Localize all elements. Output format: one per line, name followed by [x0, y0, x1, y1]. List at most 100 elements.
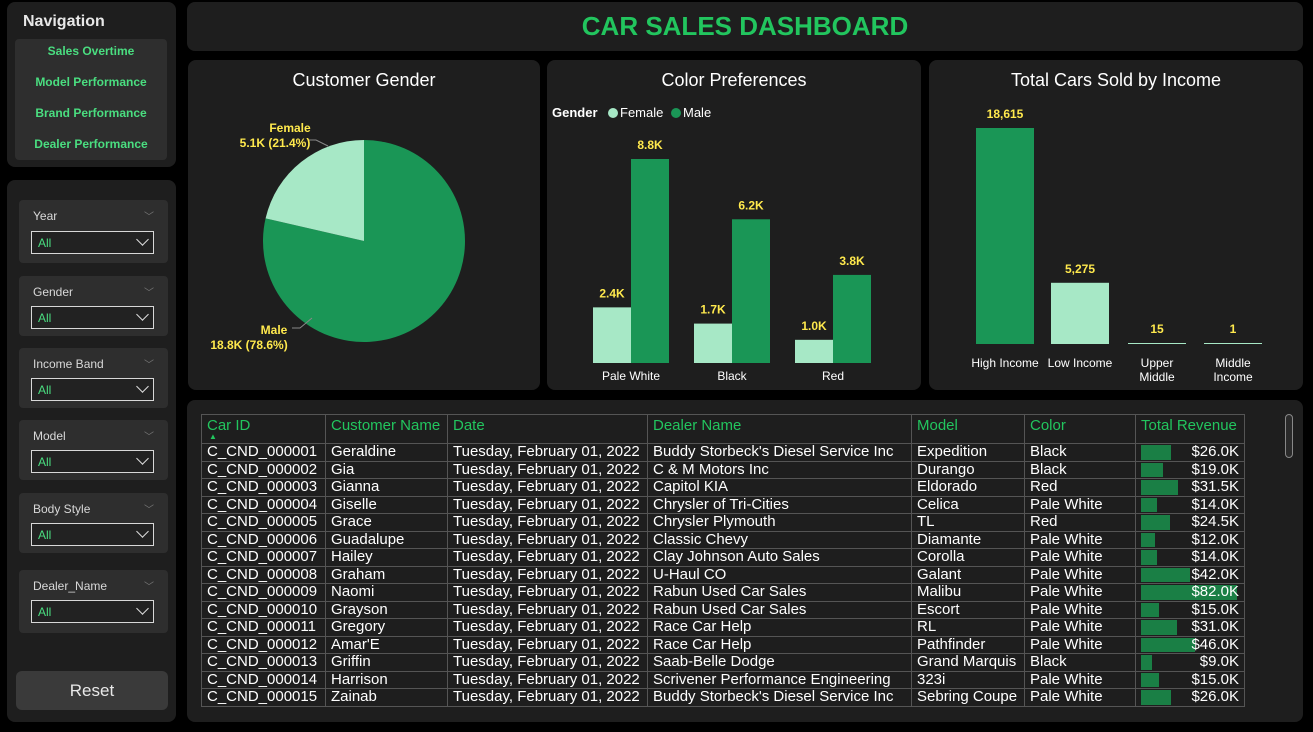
revenue-value: $26.0K [1191, 688, 1239, 706]
year-dropdown[interactable]: All [31, 231, 154, 254]
column-header-dealer-name[interactable]: Dealer Name [647, 414, 912, 444]
revenue-value: $15.0K [1191, 600, 1239, 618]
bar-female-pale-white[interactable] [593, 307, 631, 363]
table-cell: Grace [325, 513, 448, 532]
table-row[interactable]: C_CND_000002 Gia Tuesday, February 01, 202… [201, 460, 1245, 479]
table-cell: Zainab [325, 688, 448, 707]
table-cell: Scrivener Performance Engineering [647, 670, 912, 689]
table-row[interactable]: C_CND_000003 Gianna Tuesday, February 01, … [201, 478, 1245, 497]
column-header-model[interactable]: Model [911, 414, 1025, 444]
dashboard-title: CAR SALES DASHBOARD [187, 2, 1303, 51]
table-cell: Pale White [1024, 530, 1136, 549]
table-row[interactable]: C_CND_000006 Guadalupe Tuesday, February 0… [201, 530, 1245, 549]
chevron-down-icon[interactable]: ﹀ [144, 428, 154, 443]
table-row[interactable]: C_CND_000005 Grace Tuesday, February 01, 2… [201, 513, 1245, 532]
bar-upper-middle[interactable] [1128, 343, 1186, 344]
table-row[interactable]: C_CND_000013 Griffin Tuesday, February 01,… [201, 653, 1245, 672]
column-header-total-revenue[interactable]: Total Revenue [1135, 414, 1245, 444]
table-row[interactable]: C_CND_000009 Naomi Tuesday, February 01, 2… [201, 583, 1245, 602]
table-cell: Rabun Used Car Sales [647, 600, 912, 619]
nav-model-performance[interactable]: Model Performance [15, 75, 167, 89]
dealer-name-dropdown[interactable]: All [31, 600, 154, 623]
legend-male[interactable]: Male [683, 105, 711, 120]
table-row[interactable]: C_CND_000004 Giselle Tuesday, February 01,… [201, 495, 1245, 514]
table-cell: Gianna [325, 478, 448, 497]
revenue-value: $24.5K [1191, 513, 1239, 531]
scrollbar-track[interactable] [1285, 414, 1293, 712]
column-header-car-id[interactable]: Car ID ▲ [201, 414, 326, 444]
chevron-down-icon[interactable]: ﹀ [144, 578, 154, 593]
nav-sales-overtime[interactable]: Sales Overtime [15, 44, 167, 58]
table-cell: C_CND_000007 [201, 548, 326, 567]
table-cell: Tuesday, February 01, 2022 [447, 478, 648, 497]
revenue-bar [1141, 532, 1156, 547]
table-cell: Black [1024, 653, 1136, 672]
table-cell: Diamante [911, 530, 1025, 549]
table-row[interactable]: C_CND_000011 Gregory Tuesday, February 01,… [201, 618, 1245, 637]
navigation-title: Navigation [23, 13, 105, 30]
chevron-down-icon[interactable]: ﹀ [144, 356, 154, 371]
table-cell: C & M Motors Inc [647, 460, 912, 479]
table-cell: Tuesday, February 01, 2022 [447, 618, 648, 637]
table-cell: Pale White [1024, 495, 1136, 514]
x-tick-label: Upper Middle [1139, 356, 1175, 384]
data-label: 1 [1230, 322, 1237, 336]
chevron-down-icon [136, 602, 149, 615]
revenue-cell: $24.5K [1135, 513, 1245, 532]
scrollbar-thumb[interactable] [1285, 414, 1293, 458]
table-cell: TL [911, 513, 1025, 532]
income-band-dropdown[interactable]: All [31, 378, 154, 401]
chevron-down-icon[interactable]: ﹀ [144, 501, 154, 516]
table-cell: Tuesday, February 01, 2022 [447, 443, 648, 462]
gender-dropdown[interactable]: All [31, 306, 154, 329]
bar-female-red[interactable] [795, 339, 833, 363]
table-cell: Guadalupe [325, 530, 448, 549]
bar-male-pale-white[interactable] [631, 159, 669, 363]
table-cell: C_CND_000004 [201, 495, 326, 514]
revenue-cell: $15.0K [1135, 600, 1245, 619]
bar-male-red[interactable] [833, 274, 871, 363]
legend-female[interactable]: Female [620, 105, 663, 120]
column-header-customer-name[interactable]: Customer Name [325, 414, 448, 444]
legend-title: Gender [552, 105, 598, 120]
body-style-dropdown[interactable]: All [31, 523, 154, 546]
bar-male-black[interactable] [732, 219, 770, 363]
chevron-down-icon[interactable]: ﹀ [144, 284, 154, 299]
revenue-cell: $14.0K [1135, 495, 1245, 514]
revenue-cell: $31.5K [1135, 478, 1245, 497]
table-row[interactable]: C_CND_000001 Geraldine Tuesday, February 0… [201, 443, 1245, 462]
table-cell: Red [1024, 513, 1136, 532]
table-row[interactable]: C_CND_000012 Amar'E Tuesday, February 01, … [201, 635, 1245, 654]
chevron-down-icon[interactable]: ﹀ [144, 208, 154, 223]
nav-brand-performance[interactable]: Brand Performance [15, 106, 167, 120]
column-header-color[interactable]: Color [1024, 414, 1136, 444]
table-cell: Expedition [911, 443, 1025, 462]
revenue-cell: $14.0K [1135, 548, 1245, 567]
table-cell: Griffin [325, 653, 448, 672]
table-row[interactable]: C_CND_000015 Zainab Tuesday, February 01, … [201, 688, 1245, 707]
table-cell: Pale White [1024, 688, 1136, 707]
table-cell: Pale White [1024, 565, 1136, 584]
bar-high-income[interactable] [976, 128, 1034, 344]
nav-dealer-performance[interactable]: Dealer Performance [15, 137, 167, 151]
table-cell: Eldorado [911, 478, 1025, 497]
table-cell: Amar'E [325, 635, 448, 654]
revenue-bar [1141, 550, 1158, 565]
table-row[interactable]: C_CND_000010 Grayson Tuesday, February 01,… [201, 600, 1245, 619]
chevron-down-icon [136, 380, 149, 393]
column-header-date[interactable]: Date [447, 414, 648, 444]
bar-low-income[interactable] [1051, 282, 1109, 344]
table-cell: C_CND_000015 [201, 688, 326, 707]
bar-female-black[interactable] [694, 323, 732, 363]
reset-button[interactable]: Reset [16, 671, 168, 710]
table-cell: C_CND_000014 [201, 670, 326, 689]
model-dropdown[interactable]: All [31, 450, 154, 473]
table-viewport[interactable]: Car ID ▲ Customer Name Date Dealer Name Model… [201, 414, 1247, 712]
bar-middle-income[interactable] [1204, 343, 1262, 344]
revenue-bar [1141, 655, 1152, 670]
revenue-bar [1141, 620, 1178, 635]
table-row[interactable]: C_CND_000014 Harrison Tuesday, February 01… [201, 670, 1245, 689]
table-row[interactable]: C_CND_000008 Graham Tuesday, February 01, … [201, 565, 1245, 584]
revenue-cell: $46.0K [1135, 635, 1245, 654]
table-row[interactable]: C_CND_000007 Hailey Tuesday, February 01, … [201, 548, 1245, 567]
